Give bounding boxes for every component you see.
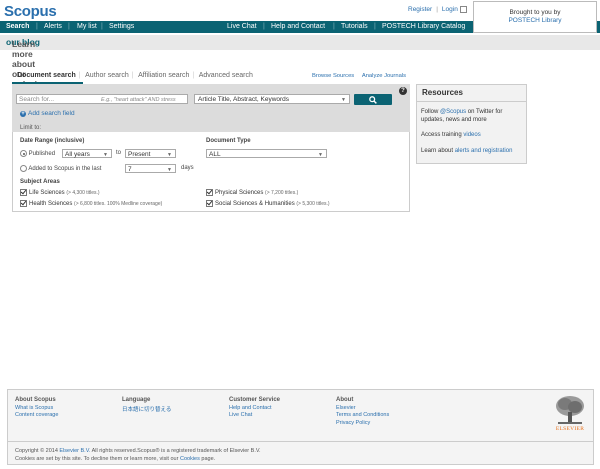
search-button[interactable] xyxy=(354,94,392,105)
to-year-select[interactable]: Present ▼ xyxy=(125,149,176,158)
search-field-select[interactable]: Article Title, Abstract, Keywords ▼ xyxy=(194,94,350,104)
days-select[interactable]: 7 ▼ xyxy=(125,164,176,173)
chevron-down-icon: ▼ xyxy=(167,151,172,158)
top-links: Register | Login xyxy=(408,6,467,13)
help-icon[interactable]: ? xyxy=(399,87,407,95)
register-link[interactable]: Register xyxy=(408,6,432,13)
tab-affiliation-search[interactable]: Affiliation search xyxy=(138,72,189,79)
scopus-logo[interactable]: Scopus xyxy=(4,3,57,20)
tab-advanced-search[interactable]: Advanced search xyxy=(199,72,253,79)
search-panel-header xyxy=(12,84,410,132)
resources-training: Access training videos xyxy=(421,132,481,138)
institution-link[interactable]: POSTECH Library xyxy=(474,17,596,24)
chevron-down-icon: ▼ xyxy=(341,97,346,103)
search-example: E.g., "heart attack" AND stress xyxy=(101,96,176,103)
nav-help-contact[interactable]: Help and Contact xyxy=(271,23,325,30)
elsevier-logo[interactable]: ELSEVIER xyxy=(553,395,587,435)
footer-live-chat[interactable]: Live Chat xyxy=(229,412,252,418)
published-label: Published xyxy=(28,151,56,158)
footer-about-scopus-title: About Scopus xyxy=(15,397,56,403)
footer-help-contact[interactable]: Help and Contact xyxy=(229,405,272,411)
brought-by-label: Brought to you by xyxy=(509,9,561,16)
added-option[interactable]: Added to Scopus in the last xyxy=(20,165,101,172)
nav-library-catalog[interactable]: POSTECH Library Catalog xyxy=(382,23,465,30)
footer-what-is-scopus[interactable]: What is Scopus xyxy=(15,405,53,411)
subject-health-sciences[interactable]: Health Sciences (> 6,800 titles. 100% Me… xyxy=(20,200,162,207)
browse-sources-link[interactable]: Browse Sources xyxy=(312,73,354,79)
twitter-link[interactable]: @Scopus xyxy=(440,109,466,115)
resources-divider xyxy=(416,101,527,102)
social-sciences-checkbox[interactable] xyxy=(206,200,213,207)
search-placeholder: Search for... xyxy=(19,96,55,103)
resources-learn: Learn about alerts and registration xyxy=(421,148,513,154)
footer-links-panel xyxy=(7,389,594,441)
subject-social-sciences[interactable]: Social Sciences & Humanities (> 5,300 ti… xyxy=(206,200,330,207)
search-tabs: Document search | Author search | Affiliat… xyxy=(17,72,253,79)
footer-elsevier-link[interactable]: Elsevier xyxy=(336,405,356,411)
physical-sciences-checkbox[interactable] xyxy=(206,189,213,196)
login-link[interactable]: Login xyxy=(442,6,458,13)
resources-title: Resources xyxy=(422,88,463,97)
added-radio[interactable] xyxy=(20,165,27,172)
nav-alerts[interactable]: Alerts xyxy=(44,23,62,30)
elsevier-wordmark: ELSEVIER xyxy=(555,426,585,432)
training-videos-link[interactable]: videos xyxy=(463,132,480,138)
subject-areas-label: Subject Areas xyxy=(20,179,60,185)
published-option[interactable]: Published xyxy=(20,150,55,157)
from-year-select[interactable]: All years ▼ xyxy=(62,149,112,158)
nav-live-chat[interactable]: Live Chat xyxy=(227,23,257,30)
source-links: Browse Sources Analyze Journals xyxy=(312,73,406,79)
footer-terms-link[interactable]: Terms and Conditions xyxy=(336,412,389,418)
nav-my-list[interactable]: My list xyxy=(77,23,97,30)
footer-customer-title: Customer Service xyxy=(229,397,281,403)
to-label: to xyxy=(116,150,122,156)
health-sciences-checkbox[interactable] xyxy=(20,200,27,207)
published-radio[interactable] xyxy=(20,150,27,157)
cookies-link[interactable]: Cookies xyxy=(180,456,200,462)
footer-content-coverage[interactable]: Content coverage xyxy=(15,412,58,418)
resources-twitter: Follow @Scopus on Twitter for updates, n… xyxy=(421,109,503,123)
footer-language-title: Language xyxy=(122,397,151,403)
limit-to-label: Limit to: xyxy=(20,125,42,131)
footer-about-title: About xyxy=(336,397,354,403)
redesign-banner: Learn more about our redesign on our blo… xyxy=(0,35,600,99)
search-icon xyxy=(369,96,377,104)
chevron-down-icon: ▼ xyxy=(103,151,108,158)
chevron-down-icon: ▼ xyxy=(167,166,172,173)
search-input[interactable]: Search for... E.g., "heart attack" AND s… xyxy=(16,94,188,104)
institution-box: Brought to you by POSTECH Library xyxy=(473,1,597,33)
days-label: days xyxy=(181,165,194,171)
subject-physical-sciences[interactable]: Physical Sciences (> 7,200 titles.) xyxy=(206,189,298,196)
life-sciences-checkbox[interactable] xyxy=(20,189,27,196)
subject-life-sciences[interactable]: Life Sciences (> 4,300 titles.) xyxy=(20,189,100,196)
footer-japanese-link[interactable]: 日本語に切り替える xyxy=(122,405,171,413)
search-field-value: Article Title, Abstract, Keywords xyxy=(198,96,290,103)
login-lock-icon xyxy=(459,6,467,13)
footer-legal-text: Copyright © 2014 Elsevier B.V. All right… xyxy=(15,448,261,462)
document-type-select[interactable]: ALL ▼ xyxy=(206,149,327,158)
tab-document-search[interactable]: Document search xyxy=(17,72,76,79)
chevron-down-icon: ▼ xyxy=(318,151,323,158)
nav-search[interactable]: Search xyxy=(6,23,29,30)
add-search-field-label: Add search field xyxy=(28,110,75,117)
footer-privacy-link[interactable]: Privacy Policy xyxy=(336,420,370,426)
copyright-elsevier-link[interactable]: Elsevier B.V. xyxy=(59,448,90,454)
alerts-registration-link[interactable]: alerts and registration xyxy=(455,148,513,154)
analyze-journals-link[interactable]: Analyze Journals xyxy=(362,73,406,79)
added-label: Added to Scopus in the last xyxy=(28,166,102,173)
elsevier-tree-icon xyxy=(553,395,587,426)
add-search-field-button[interactable]: + Add search field xyxy=(20,110,75,117)
document-type-label: Document Type xyxy=(206,138,251,144)
plus-icon: + xyxy=(20,111,26,117)
tab-author-search[interactable]: Author search xyxy=(85,72,129,79)
date-range-label: Date Range (inclusive) xyxy=(20,138,85,144)
nav-settings[interactable]: Settings xyxy=(109,23,134,30)
nav-tutorials[interactable]: Tutorials xyxy=(341,23,368,30)
